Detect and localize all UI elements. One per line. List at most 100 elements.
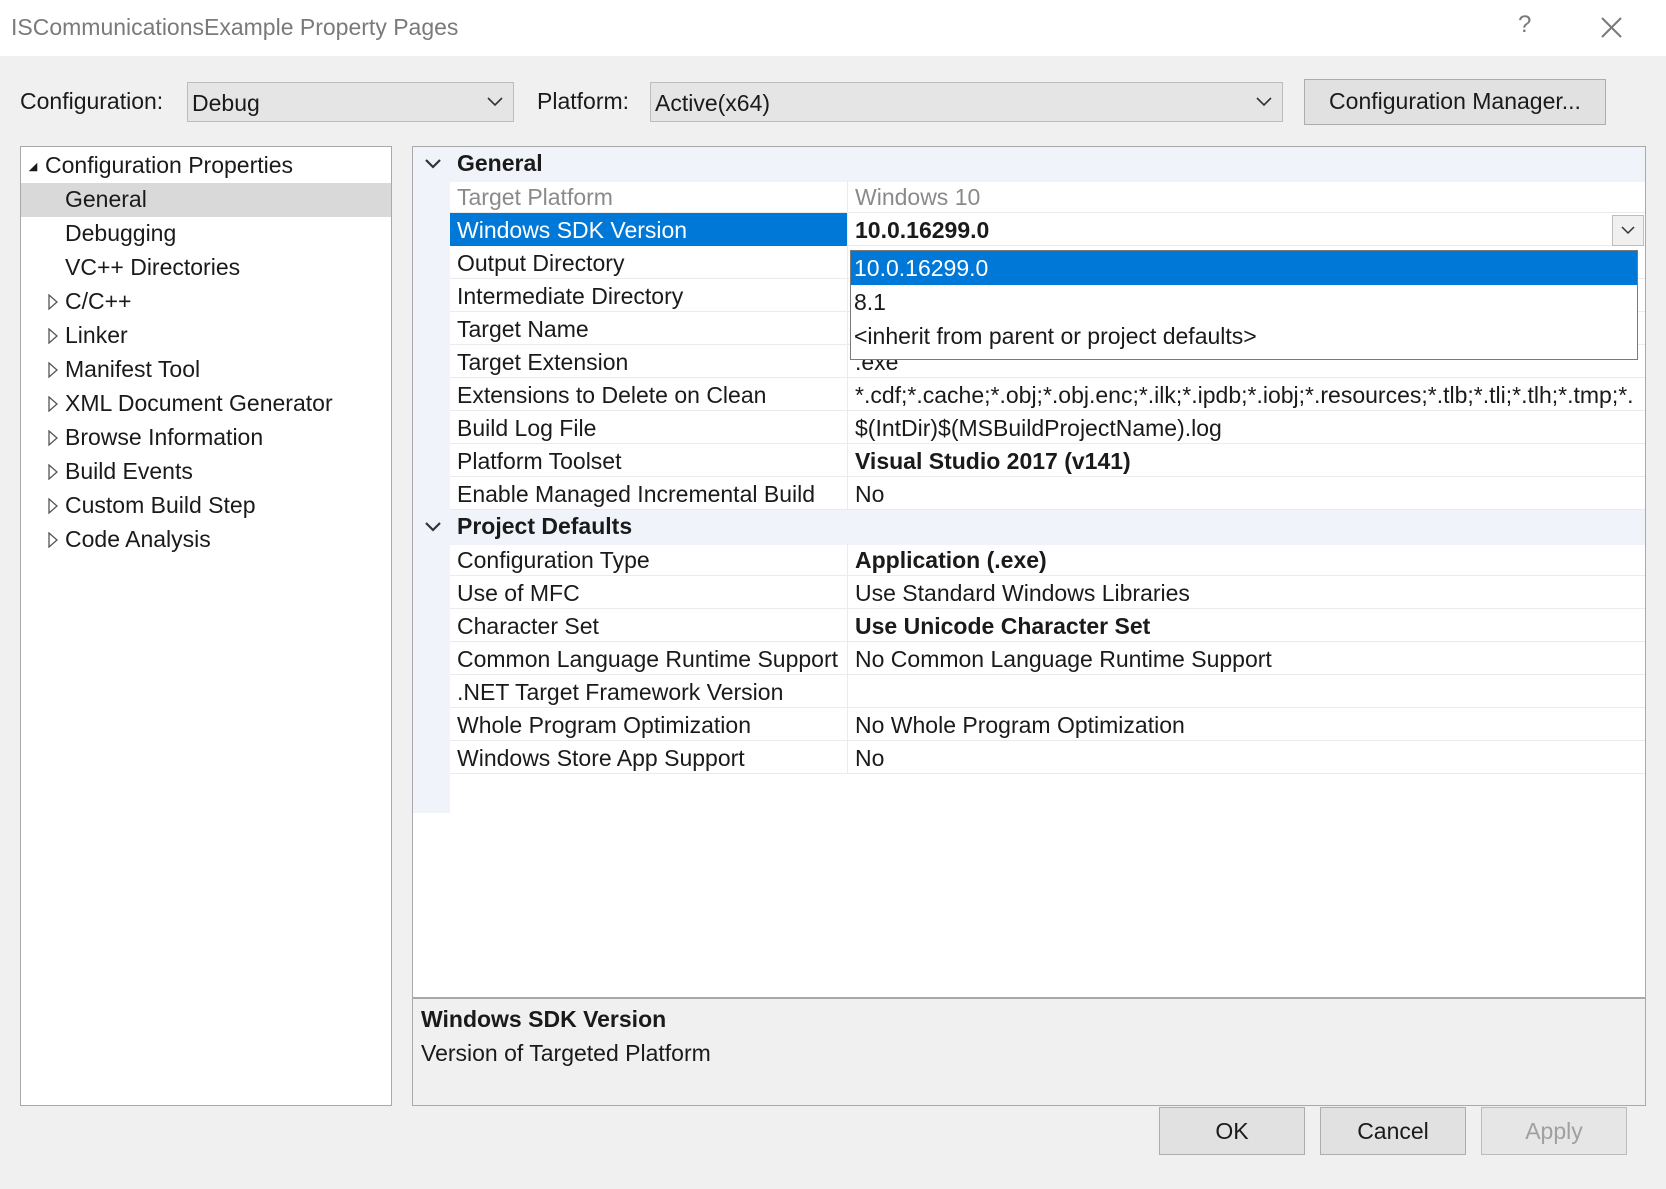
tree-item[interactable]: Code Analysis	[21, 523, 391, 557]
window-title: ISCommunicationsExample Property Pages	[11, 14, 459, 40]
property-name: Windows SDK Version	[457, 217, 688, 243]
property-value[interactable]: No	[855, 745, 1645, 772]
close-icon	[1601, 17, 1622, 38]
configuration-label: Configuration:	[20, 88, 164, 114]
column-divider	[847, 675, 848, 708]
collapsed-triangle-icon[interactable]	[47, 532, 59, 548]
property-value[interactable]: Visual Studio 2017 (v141)	[855, 448, 1645, 475]
property-row[interactable]: Use of MFC Use Standard Windows Libraries	[450, 576, 1645, 609]
close-button[interactable]	[1588, 6, 1634, 50]
column-divider	[847, 213, 848, 246]
cancel-button[interactable]: Cancel	[1320, 1107, 1466, 1155]
collapsed-triangle-icon[interactable]	[47, 464, 59, 480]
property-row[interactable]: Common Language Runtime Support No Common…	[450, 642, 1645, 675]
apply-button[interactable]: Apply	[1481, 1107, 1627, 1155]
tree-root[interactable]: Configuration Properties	[21, 149, 391, 183]
category-header[interactable]: Project Defaults	[413, 510, 1645, 545]
cancel-label: Cancel	[1357, 1118, 1429, 1144]
property-value[interactable]: Windows 10	[855, 184, 1645, 211]
property-value[interactable]: No	[855, 481, 1645, 508]
category-header[interactable]: General	[413, 147, 1645, 182]
column-divider	[847, 345, 848, 378]
property-row[interactable]: Windows Store App Support No	[450, 741, 1645, 774]
property-name: Target Platform	[457, 184, 613, 210]
tree-item-label: VC++ Directories	[65, 254, 241, 280]
property-value[interactable]: Use Unicode Character Set	[855, 613, 1645, 640]
tree-root-label: Configuration Properties	[45, 152, 294, 178]
property-value[interactable]: $(IntDir)$(MSBuildProjectName).log	[855, 415, 1645, 442]
property-value[interactable]: No Whole Program Optimization	[855, 712, 1645, 739]
property-value[interactable]: *.cdf;*.cache;*.obj;*.obj.enc;*.ilk;*.ip…	[855, 382, 1645, 409]
property-name: Configuration Type	[457, 547, 650, 573]
collapsed-triangle-icon[interactable]	[47, 430, 59, 446]
collapsed-triangle-icon[interactable]	[47, 362, 59, 378]
tree-item[interactable]: Debugging	[21, 217, 391, 251]
tree-item[interactable]: Manifest Tool	[21, 353, 391, 387]
tree-item[interactable]: VC++ Directories	[21, 251, 391, 285]
help-button[interactable]: ?	[1518, 11, 1531, 39]
property-value[interactable]: No Common Language Runtime Support	[855, 646, 1645, 673]
property-row[interactable]: Enable Managed Incremental Build No	[450, 477, 1645, 510]
property-value[interactable]: Use Standard Windows Libraries	[855, 580, 1645, 607]
ok-button[interactable]: OK	[1159, 1107, 1305, 1155]
chevron-down-icon[interactable]	[423, 519, 443, 535]
property-name: Enable Managed Incremental Build	[457, 481, 816, 507]
tree-item-label: Code Analysis	[65, 526, 211, 552]
dropdown-option[interactable]: 8.1	[851, 285, 1637, 319]
tree-item[interactable]: Build Events	[21, 455, 391, 489]
tree-item-label: C/C++	[65, 288, 132, 314]
tree-item-label: Linker	[65, 322, 128, 348]
grid-gutter	[413, 147, 450, 813]
apply-label: Apply	[1525, 1118, 1583, 1144]
platform-select[interactable]: Active(x64)	[650, 82, 1283, 122]
chevron-down-icon[interactable]	[423, 156, 443, 172]
configuration-select[interactable]: Debug	[187, 82, 514, 122]
sdk-version-dropdown-button[interactable]	[1612, 215, 1644, 246]
property-row[interactable]: Whole Program Optimization No Whole Progr…	[450, 708, 1645, 741]
property-name: .NET Target Framework Version	[457, 679, 784, 705]
title-bar: ISCommunicationsExample Property Pages ?	[0, 0, 1666, 56]
property-name: Character Set	[457, 613, 599, 639]
tree-item-label: Manifest Tool	[65, 356, 201, 382]
category-title: Project Defaults	[457, 513, 633, 539]
collapsed-triangle-icon[interactable]	[47, 498, 59, 514]
description-panel: Windows SDK Version Version of Targeted …	[412, 998, 1646, 1106]
chevron-down-icon	[487, 97, 503, 107]
tree-item-label: Browse Information	[65, 424, 264, 450]
property-name: Intermediate Directory	[457, 283, 684, 309]
tree-item[interactable]: XML Document Generator	[21, 387, 391, 421]
property-name: Use of MFC	[457, 580, 580, 606]
category-tree: Configuration Properties General Debuggin…	[20, 146, 392, 1106]
property-row[interactable]: Windows SDK Version 10.0.16299.0	[450, 213, 1645, 246]
platform-label: Platform:	[537, 88, 630, 114]
collapsed-triangle-icon[interactable]	[47, 396, 59, 412]
property-value[interactable]: Application (.exe)	[855, 547, 1645, 574]
description-title: Windows SDK Version	[421, 1006, 667, 1032]
column-divider	[847, 312, 848, 345]
property-name: Target Name	[457, 316, 589, 342]
property-row[interactable]: Platform Toolset Visual Studio 2017 (v141…	[450, 444, 1645, 477]
dropdown-option[interactable]: 10.0.16299.0	[851, 251, 1637, 285]
tree-item[interactable]: Linker	[21, 319, 391, 353]
column-divider	[847, 411, 848, 444]
property-row[interactable]: Build Log File $(IntDir)$(MSBuildProjectN…	[450, 411, 1645, 444]
collapsed-triangle-icon[interactable]	[47, 294, 59, 310]
property-name: Output Directory	[457, 250, 625, 276]
property-row[interactable]: Target Platform Windows 10	[450, 180, 1645, 213]
column-divider	[847, 741, 848, 774]
property-value[interactable]: 10.0.16299.0	[855, 217, 1645, 244]
dropdown-option[interactable]: <inherit from parent or project defaults…	[851, 319, 1637, 353]
property-name: Build Log File	[457, 415, 597, 441]
property-row[interactable]: Configuration Type Application (.exe)	[450, 543, 1645, 576]
property-name: Target Extension	[457, 349, 629, 375]
column-divider	[847, 543, 848, 576]
property-row[interactable]: Character Set Use Unicode Character Set	[450, 609, 1645, 642]
collapsed-triangle-icon[interactable]	[47, 328, 59, 344]
tree-item[interactable]: General	[21, 183, 391, 217]
tree-item[interactable]: Custom Build Step	[21, 489, 391, 523]
property-row[interactable]: Extensions to Delete on Clean *.cdf;*.cac…	[450, 378, 1645, 411]
property-row[interactable]: .NET Target Framework Version	[450, 675, 1645, 708]
configuration-manager-button[interactable]: Configuration Manager...	[1304, 79, 1606, 125]
tree-item[interactable]: Browse Information	[21, 421, 391, 455]
tree-item[interactable]: C/C++	[21, 285, 391, 319]
